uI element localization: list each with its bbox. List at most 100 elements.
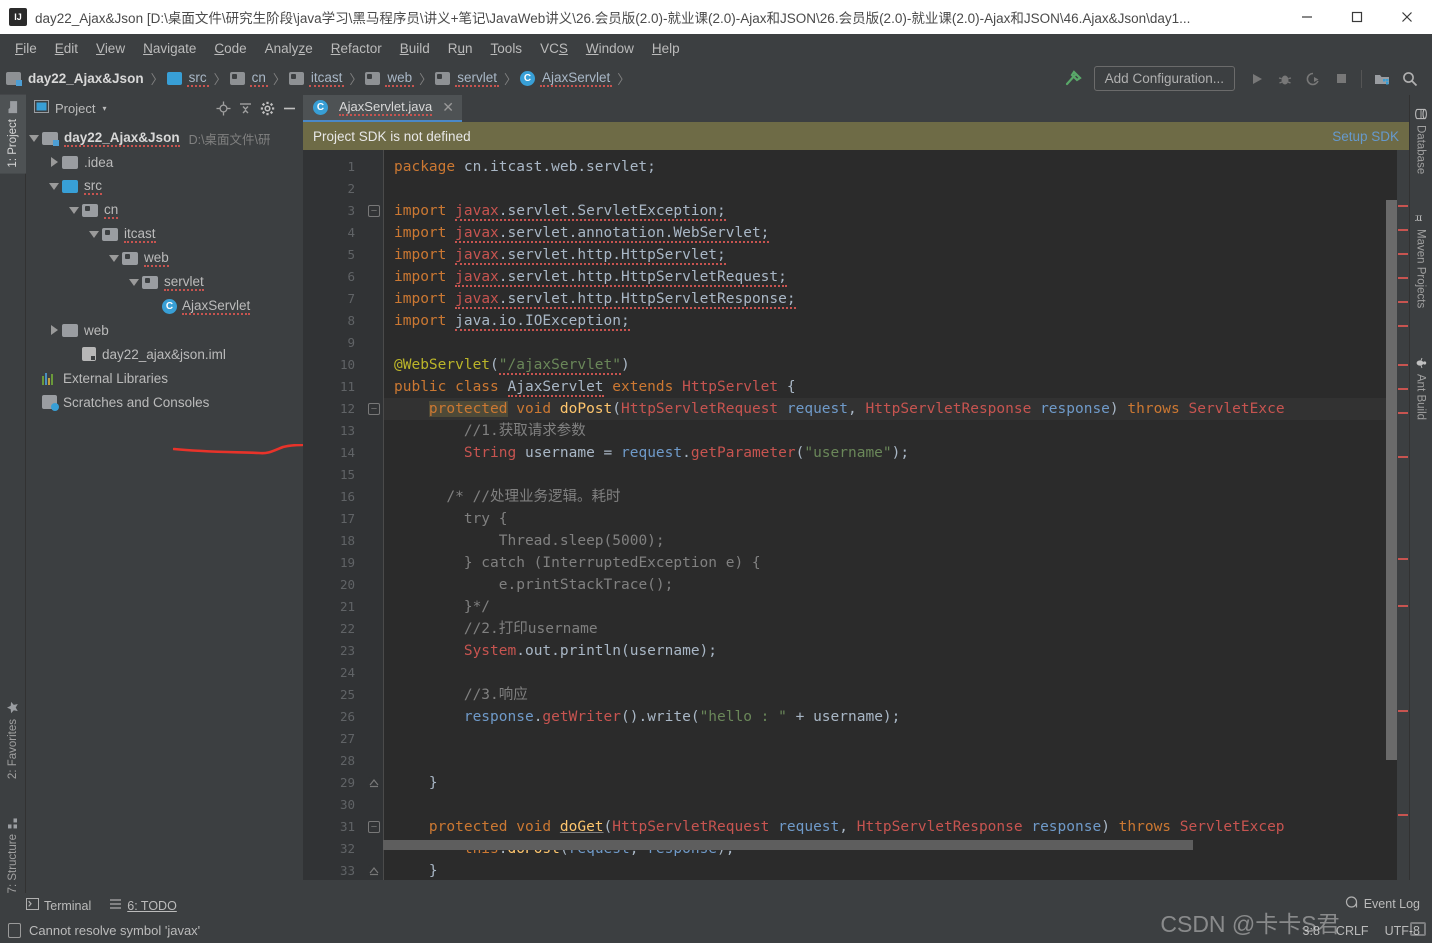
menu-item-window[interactable]: Window bbox=[577, 38, 643, 59]
breadcrumb-item-web[interactable]: web 〉 bbox=[365, 69, 435, 88]
menu-item-vcs[interactable]: VCS bbox=[531, 38, 577, 59]
code-text[interactable]: package cn.itcast.web.servlet; import ja… bbox=[383, 150, 1397, 880]
sidebar-item-favorites[interactable]: 2: Favorites bbox=[0, 695, 26, 785]
hscrollbar-thumb[interactable] bbox=[383, 840, 1193, 850]
expand-arrow-icon[interactable] bbox=[66, 206, 82, 214]
code-line[interactable]: import javax.servlet.ServletException; bbox=[384, 200, 1397, 222]
code-line[interactable]: import javax.servlet.annotation.WebServl… bbox=[384, 222, 1397, 244]
caret-position[interactable]: 3:8 bbox=[1303, 924, 1320, 938]
editor-horizontal-scrollbar[interactable] bbox=[383, 840, 1385, 850]
tree-node-src[interactable]: src bbox=[26, 174, 303, 198]
code-line[interactable] bbox=[384, 662, 1397, 684]
project-tree[interactable]: day22_Ajax&Json D:\桌面文件\研 .idea src cn itcast… bbox=[26, 122, 303, 880]
breadcrumb-item-servlet[interactable]: servlet 〉 bbox=[435, 69, 520, 88]
code-line[interactable]: //3.响应 bbox=[384, 684, 1397, 706]
code-line[interactable] bbox=[384, 750, 1397, 772]
chevron-down-icon[interactable]: ▾ bbox=[102, 104, 106, 113]
code-line[interactable]: }*/ bbox=[384, 596, 1397, 618]
run-icon[interactable] bbox=[1243, 66, 1271, 92]
fold-toggle-icon[interactable]: − bbox=[368, 821, 380, 833]
code-line[interactable]: import javax.servlet.http.HttpServlet; bbox=[384, 244, 1397, 266]
bottom-tab-todo[interactable]: 6: TODO bbox=[109, 898, 177, 913]
code-line[interactable] bbox=[384, 464, 1397, 486]
fold-toggle-icon[interactable] bbox=[368, 777, 380, 789]
code-line[interactable]: try { bbox=[384, 508, 1397, 530]
close-icon[interactable]: ✕ bbox=[442, 99, 454, 116]
tree-node-web[interactable]: web bbox=[26, 246, 303, 270]
sidebar-item-project[interactable]: 1: Project bbox=[0, 95, 26, 174]
code-line[interactable]: System.out.println(username); bbox=[384, 640, 1397, 662]
menu-item-file[interactable]: File bbox=[6, 38, 46, 59]
collapse-all-icon[interactable] bbox=[235, 99, 255, 119]
menu-item-build[interactable]: Build bbox=[391, 38, 439, 59]
tree-node-scratchesandconsoles[interactable]: Scratches and Consoles bbox=[26, 390, 303, 414]
code-line[interactable]: } bbox=[384, 772, 1397, 794]
code-line[interactable]: response.getWriter().write("hello : " + … bbox=[384, 706, 1397, 728]
hide-icon[interactable] bbox=[279, 99, 299, 119]
menu-item-analyze[interactable]: Analyze bbox=[256, 38, 322, 59]
add-configuration-button[interactable]: Add Configuration... bbox=[1093, 66, 1235, 91]
tree-node-ajaxservlet[interactable]: C AjaxServlet bbox=[26, 294, 303, 318]
code-line[interactable]: /* //处理业务逻辑。耗时 bbox=[384, 486, 1397, 508]
code-line[interactable]: public class AjaxServlet extends HttpSer… bbox=[384, 376, 1397, 398]
code-line[interactable]: e.printStackTrace(); bbox=[384, 574, 1397, 596]
tree-node-cn[interactable]: cn bbox=[26, 198, 303, 222]
menu-item-refactor[interactable]: Refactor bbox=[322, 38, 391, 59]
project-structure-icon[interactable] bbox=[1368, 66, 1396, 92]
breadcrumb-item-itcast[interactable]: itcast 〉 bbox=[288, 69, 366, 88]
menu-item-run[interactable]: Run bbox=[439, 38, 482, 59]
code-line[interactable]: protected void doGet(HttpServletRequest … bbox=[384, 816, 1397, 838]
breadcrumb-item-day22ajaxjson[interactable]: day22_Ajax&Json 〉 bbox=[6, 69, 167, 88]
build-hammer-icon[interactable] bbox=[1060, 66, 1086, 92]
code-line[interactable]: } bbox=[384, 860, 1397, 880]
code-folding-gutter[interactable]: − − − bbox=[365, 150, 383, 880]
code-line[interactable]: @WebServlet("/ajaxServlet") bbox=[384, 354, 1397, 376]
stop-icon[interactable] bbox=[1327, 66, 1355, 92]
expand-arrow-icon[interactable] bbox=[86, 230, 102, 238]
tree-node-idea[interactable]: .idea bbox=[26, 150, 303, 174]
code-line[interactable]: Thread.sleep(5000); bbox=[384, 530, 1397, 552]
event-log-button[interactable]: Event Log bbox=[1345, 896, 1420, 912]
sidebar-item-structure[interactable]: 7: Structure bbox=[0, 810, 26, 899]
code-line[interactable]: import java.io.IOException; bbox=[384, 310, 1397, 332]
code-line[interactable]: import javax.servlet.http.HttpServletRes… bbox=[384, 288, 1397, 310]
code-line[interactable]: } catch (InterruptedException e) { bbox=[384, 552, 1397, 574]
tab-ajaxservlet-java[interactable]: C AjaxServlet.java ✕ bbox=[303, 95, 462, 122]
maximize-button[interactable] bbox=[1332, 0, 1382, 34]
tree-node-externallibraries[interactable]: External Libraries bbox=[26, 366, 303, 390]
line-separator[interactable]: CRLF bbox=[1336, 924, 1369, 938]
code-line[interactable]: import javax.servlet.http.HttpServletReq… bbox=[384, 266, 1397, 288]
code-editor[interactable]: 1 2 3 4 5 6 7 8 9 10 11 12 13 14 15 16 17 18 19 20 21 22 23 24 2… bbox=[303, 150, 1409, 880]
expand-arrow-icon[interactable] bbox=[46, 182, 62, 190]
menu-item-tools[interactable]: Tools bbox=[482, 38, 532, 59]
setup-sdk-link[interactable]: Setup SDK bbox=[1332, 129, 1399, 144]
code-line[interactable] bbox=[384, 178, 1397, 200]
fold-toggle-icon[interactable]: − bbox=[368, 205, 380, 217]
code-line[interactable]: protected void doPost(HttpServletRequest… bbox=[384, 398, 1397, 420]
run-with-coverage-icon[interactable] bbox=[1299, 66, 1327, 92]
settings-gear-icon[interactable] bbox=[257, 99, 277, 119]
locate-icon[interactable] bbox=[213, 99, 233, 119]
sidebar-item-ant-build[interactable]: Ant Build bbox=[1409, 350, 1432, 426]
code-line[interactable]: String username = request.getParameter("… bbox=[384, 442, 1397, 464]
debug-icon[interactable] bbox=[1271, 66, 1299, 92]
expand-arrow-icon[interactable] bbox=[46, 157, 62, 167]
menu-item-view[interactable]: View bbox=[87, 38, 134, 59]
expand-arrow-icon[interactable] bbox=[26, 134, 42, 142]
code-line[interactable] bbox=[384, 332, 1397, 354]
menu-item-code[interactable]: Code bbox=[205, 38, 255, 59]
breadcrumb-item-src[interactable]: src 〉 bbox=[166, 69, 230, 88]
tree-node-web[interactable]: web bbox=[26, 318, 303, 342]
search-icon[interactable] bbox=[1396, 66, 1424, 92]
expand-arrow-icon[interactable] bbox=[46, 325, 62, 335]
sidebar-item-database[interactable]: Database bbox=[1409, 101, 1432, 180]
error-marker-bar[interactable]: ! bbox=[1397, 150, 1409, 880]
breadcrumb-item-ajaxservlet[interactable]: C AjaxServlet 〉 bbox=[519, 69, 633, 88]
code-line[interactable]: package cn.itcast.web.servlet; bbox=[384, 156, 1397, 178]
minimize-button[interactable] bbox=[1282, 0, 1332, 34]
code-line[interactable]: //2.打印username bbox=[384, 618, 1397, 640]
expand-arrow-icon[interactable] bbox=[106, 254, 122, 262]
scrollbar-thumb[interactable] bbox=[1386, 200, 1397, 760]
tree-node-servlet[interactable]: servlet bbox=[26, 270, 303, 294]
close-button[interactable] bbox=[1382, 0, 1432, 34]
